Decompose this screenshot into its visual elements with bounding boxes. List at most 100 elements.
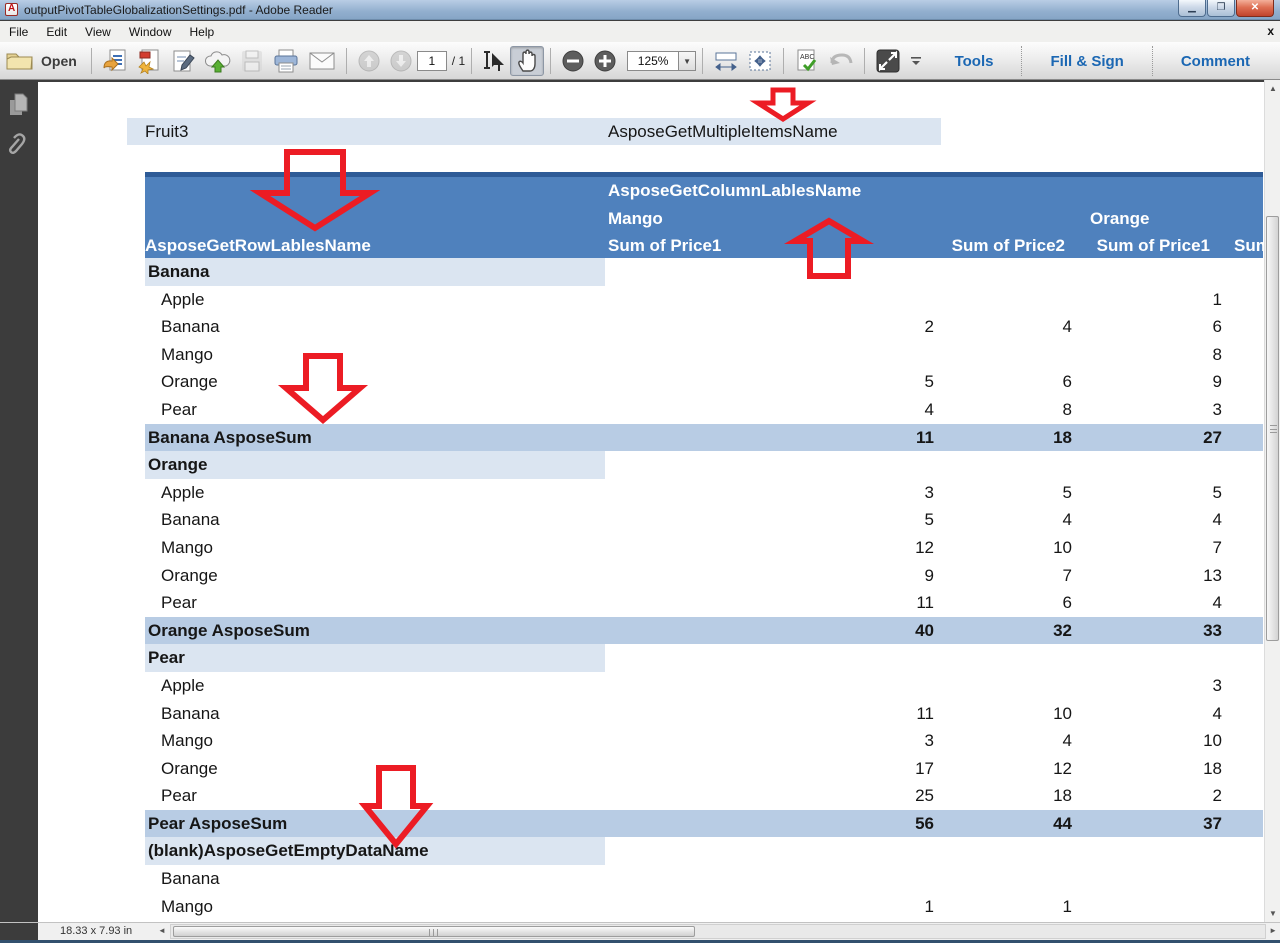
restore-button[interactable]: ❐: [1207, 0, 1235, 17]
pivot-table-header: AsposeGetColumnLablesName Mango Orange A…: [145, 172, 1263, 258]
select-tool-button[interactable]: [478, 46, 510, 76]
undo-icon: [828, 49, 854, 73]
column-header-orange-price1: Sum of Price1: [1085, 236, 1232, 256]
undo-button[interactable]: [824, 46, 858, 76]
vertical-scrollbar[interactable]: ▲ ▼: [1264, 80, 1280, 922]
zoom-out-button[interactable]: [557, 46, 589, 76]
minimize-button[interactable]: ▁: [1178, 0, 1206, 17]
pivot-value: [945, 286, 1085, 314]
pivot-value: 6: [945, 589, 1085, 617]
scroll-up-icon[interactable]: ▲: [1266, 81, 1280, 96]
horizontal-scroll-thumb[interactable]: [173, 926, 695, 937]
pivot-item-row-label: Mango: [145, 727, 213, 755]
pivot-value: 25: [605, 782, 945, 810]
pivot-item-row: Pear25182: [145, 782, 1263, 810]
fullscreen-button[interactable]: [871, 46, 905, 76]
pivot-item-row: Banana246: [145, 313, 1263, 341]
pivot-value: [605, 341, 945, 369]
close-button[interactable]: ✕: [1236, 0, 1274, 17]
open-button[interactable]: Open: [0, 46, 85, 76]
scroll-down-icon[interactable]: ▼: [1266, 906, 1280, 921]
select-cursor-icon: [482, 49, 506, 73]
scroll-grip: [429, 929, 438, 936]
print-button[interactable]: [268, 46, 304, 76]
sign-document-button[interactable]: [166, 46, 200, 76]
zoom-in-button[interactable]: [589, 46, 621, 76]
pivot-value: 5: [605, 368, 945, 396]
tools-panel-button[interactable]: Tools: [933, 53, 1016, 70]
next-page-button[interactable]: [385, 46, 417, 76]
pivot-value: 18: [1085, 755, 1232, 783]
page-count-label: / 1: [452, 54, 465, 68]
vertical-scroll-thumb[interactable]: [1266, 216, 1279, 641]
pivot-value: 6: [945, 368, 1085, 396]
pivot-item-row-label: Mango: [145, 341, 213, 369]
pivot-value: 9: [1085, 368, 1232, 396]
fill-sign-panel-button[interactable]: Fill & Sign: [1028, 53, 1145, 70]
pivot-value: [605, 672, 945, 700]
pivot-value: 2: [605, 313, 945, 341]
pivot-group-row-label: Pear: [145, 644, 605, 672]
create-pdf-button[interactable]: [132, 46, 166, 76]
fit-width-button[interactable]: [709, 46, 743, 76]
page-number-input[interactable]: 1: [417, 51, 447, 71]
fit-page-button[interactable]: [743, 46, 777, 76]
cloud-upload-button[interactable]: [200, 46, 236, 76]
pivot-item-row-label: Apple: [145, 479, 204, 507]
pivot-total-row-label: Pear AsposeSum: [145, 810, 287, 838]
attachments-paperclip-icon[interactable]: [8, 130, 30, 156]
toolbar-separator: [1152, 46, 1153, 76]
menu-window[interactable]: Window: [120, 22, 181, 42]
save-button[interactable]: [236, 46, 268, 76]
zoom-dropdown-button[interactable]: ▼: [679, 51, 696, 71]
window-title: outputPivotTableGlobalizationSettings.pd…: [24, 3, 333, 17]
pivot-value: 3: [605, 479, 945, 507]
envelope-icon: [308, 50, 336, 72]
pivot-value: 4: [1085, 700, 1232, 728]
pivot-item-row: Banana: [145, 865, 1263, 893]
previous-page-button[interactable]: [353, 46, 385, 76]
pivot-value: 7: [945, 562, 1085, 590]
menu-edit[interactable]: Edit: [37, 22, 76, 42]
document-close-icon[interactable]: x: [1267, 24, 1274, 38]
pivot-item-row-label: Apple: [145, 286, 204, 314]
horizontal-scrollbar[interactable]: [170, 924, 1266, 939]
more-tools-button[interactable]: [905, 46, 927, 76]
pivot-value: 5: [945, 479, 1085, 507]
pivot-value: 10: [945, 534, 1085, 562]
toolbar-separator: [471, 48, 472, 74]
zoom-in-icon: [593, 49, 617, 73]
pivot-item-row-label: Pear: [145, 782, 197, 810]
comment-panel-button[interactable]: Comment: [1159, 53, 1272, 70]
menu-view[interactable]: View: [76, 22, 120, 42]
hand-tool-button[interactable]: [510, 46, 544, 76]
printer-icon: [272, 48, 300, 74]
pivot-item-row: Banana11104: [145, 700, 1263, 728]
scroll-left-icon[interactable]: ◄: [158, 926, 166, 935]
pivot-value: 8: [1085, 341, 1232, 369]
column-group-mango: Mango: [608, 209, 663, 229]
zoom-level-input[interactable]: 125%: [627, 51, 679, 71]
pivot-group-row: Orange: [145, 451, 1263, 479]
spellcheck-button[interactable]: ABC: [790, 46, 824, 76]
scroll-right-icon[interactable]: ►: [1269, 926, 1277, 935]
pivot-value: 12: [605, 534, 945, 562]
pivot-rows: BananaApple1Banana246Mango8Orange569Pear…: [145, 258, 1263, 920]
pivot-group-row-label: Orange: [145, 451, 605, 479]
pivot-item-row-label: Apple: [145, 672, 204, 700]
menu-file[interactable]: File: [0, 22, 37, 42]
toolbar-separator: [550, 48, 551, 74]
toolbar-separator: [91, 48, 92, 74]
pivot-value: 13: [1085, 562, 1232, 590]
pivot-filter-label: Fruit3: [145, 118, 188, 145]
pivot-filter-row: Fruit3 AsposeGetMultipleItemsName: [127, 118, 941, 145]
toolbar: Open: [0, 42, 1280, 80]
page-thumbnails-icon[interactable]: [8, 92, 30, 118]
pivot-value: [945, 672, 1085, 700]
pivot-group-row: Pear: [145, 644, 1263, 672]
menu-help[interactable]: Help: [181, 22, 224, 42]
pivot-value: 17: [605, 755, 945, 783]
share-document-button[interactable]: [98, 46, 132, 76]
pivot-value: 1: [1085, 286, 1232, 314]
email-button[interactable]: [304, 46, 340, 76]
